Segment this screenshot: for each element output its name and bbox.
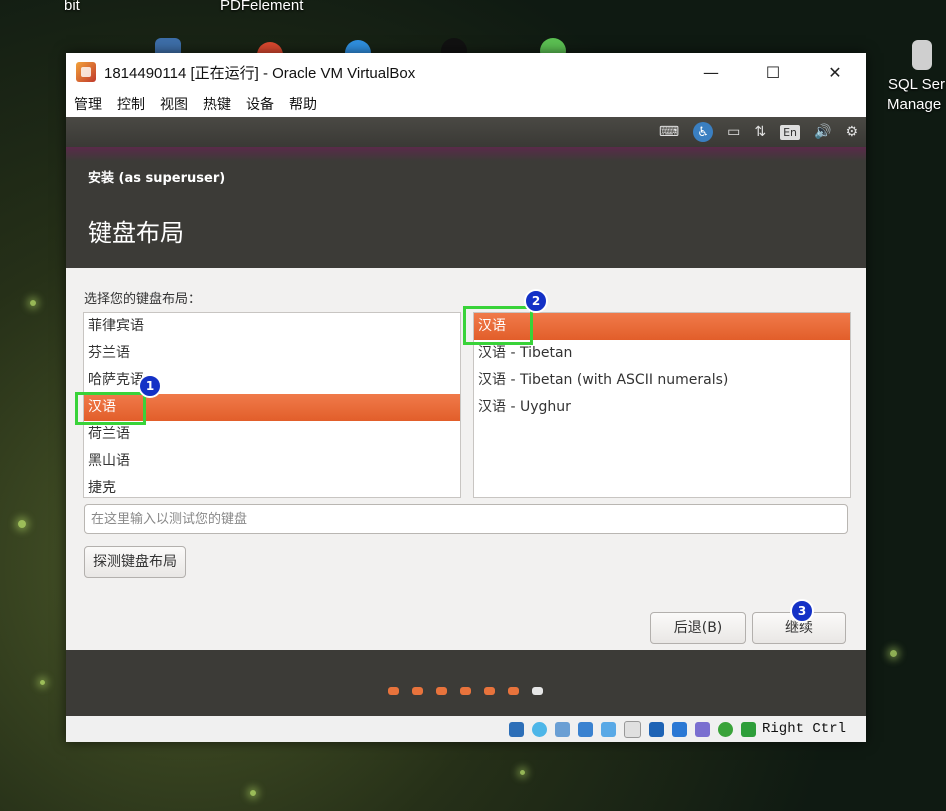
optical-drive-icon[interactable] <box>531 721 547 737</box>
display-icon[interactable] <box>648 721 664 737</box>
guest-top-panel: ⌨ ♿ ▭ ⇅ En 🔊 ⚙ <box>66 117 866 147</box>
menu-devices[interactable]: 设备 <box>246 94 274 114</box>
virtualbox-window: 1814490114 [正在运行] - Oracle VM VirtualBox… <box>66 53 866 742</box>
back-button[interactable]: 后退(B) <box>650 612 746 644</box>
menu-help[interactable]: 帮助 <box>289 94 317 114</box>
volume-icon[interactable]: 🔊 <box>814 124 831 140</box>
choose-layout-label: 选择您的键盘布局： <box>84 292 202 307</box>
list-item[interactable]: 芬兰语 <box>84 340 460 367</box>
menu-view[interactable]: 视图 <box>160 94 188 114</box>
settings-gear-icon[interactable]: ⚙ <box>845 124 858 140</box>
highlight-box <box>463 306 533 345</box>
progress-dot <box>436 687 447 695</box>
list-item[interactable]: 汉语 - Uyghur <box>474 394 850 421</box>
audio-icon[interactable] <box>554 721 570 737</box>
mouse-integration-icon[interactable] <box>717 721 733 737</box>
minimize-button[interactable]: — <box>680 53 742 91</box>
close-button[interactable]: ✕ <box>804 53 866 91</box>
decor-sparkle <box>250 790 256 796</box>
progress-dot <box>388 687 399 695</box>
menu-bar: 管理 控制 视图 热键 设备 帮助 <box>66 91 866 117</box>
host-key-label: Right Ctrl <box>761 721 846 737</box>
keyboard-icon[interactable]: ⌨ <box>659 124 679 140</box>
language-indicator[interactable]: En <box>780 124 800 140</box>
vbox-status-bar: Right Ctrl <box>66 716 866 742</box>
progress-dot <box>460 687 471 695</box>
shared-folders-icon[interactable] <box>623 720 641 738</box>
step-marker-2: 2 <box>524 289 548 313</box>
highlight-box <box>75 392 146 425</box>
network-icon[interactable]: ⇅ <box>754 124 766 140</box>
installer-content: 选择您的键盘布局： 菲律宾语 芬兰语 哈萨克语 汉语 荷兰语 黑山语 捷克 汉语… <box>66 268 866 650</box>
list-item[interactable]: 黑山语 <box>84 448 460 475</box>
title-bar[interactable]: 1814490114 [正在运行] - Oracle VM VirtualBox… <box>66 53 866 91</box>
page-title: 键盘布局 <box>88 219 184 247</box>
desktop-label-bit[interactable]: bit <box>64 0 80 14</box>
decor-sparkle <box>40 680 45 685</box>
step-marker-3: 3 <box>790 599 814 623</box>
window-title: 1814490114 [正在运行] - Oracle VM VirtualBox <box>104 64 416 82</box>
keyboard-test-input[interactable]: 在这里输入以测试您的键盘 <box>84 504 848 534</box>
decor-sparkle <box>520 770 525 775</box>
detect-layout-button[interactable]: 探测键盘布局 <box>84 546 186 578</box>
progress-dot <box>508 687 519 695</box>
accessibility-icon[interactable]: ♿ <box>693 122 714 142</box>
decor-sparkle <box>18 520 26 528</box>
desktop-label-manage[interactable]: Manage <box>887 96 941 113</box>
desktop-label-pdfelement[interactable]: PDFelement <box>220 0 303 14</box>
menu-manage[interactable]: 管理 <box>74 94 102 114</box>
host-key-arrow-icon[interactable] <box>740 721 756 737</box>
panel-divider <box>66 147 866 161</box>
battery-icon[interactable]: ▭ <box>727 124 740 140</box>
network-adapter-icon[interactable] <box>577 721 593 737</box>
list-item[interactable]: 荷兰语 <box>84 421 460 448</box>
sql-server-icon[interactable] <box>912 40 932 70</box>
installer-subtitle: 安装 (as superuser) <box>88 171 226 186</box>
guest-screen: ⌨ ♿ ▭ ⇅ En 🔊 ⚙ 安装 (as superuser) 键盘布局 选择… <box>66 117 866 716</box>
step-marker-1: 1 <box>138 374 162 398</box>
hard-disk-icon[interactable] <box>508 721 524 737</box>
decor-sparkle <box>890 650 897 657</box>
recording-icon[interactable] <box>671 721 687 737</box>
decor-sparkle <box>30 300 36 306</box>
menu-control[interactable]: 控制 <box>117 94 145 114</box>
installer-footer <box>66 650 866 716</box>
list-item[interactable]: 捷克 <box>84 475 460 497</box>
list-item[interactable]: 汉语 - Tibetan (with ASCII numerals) <box>474 367 850 394</box>
progress-dot <box>484 687 495 695</box>
progress-dot-current <box>532 687 543 695</box>
installer-header: 安装 (as superuser) 键盘布局 <box>66 161 866 269</box>
virtualization-icon[interactable] <box>694 721 710 737</box>
maximize-button[interactable]: ☐ <box>742 53 804 91</box>
progress-dots <box>388 687 556 695</box>
progress-dot <box>412 687 423 695</box>
menu-hotkeys[interactable]: 热键 <box>203 94 231 114</box>
desktop-label-sql[interactable]: SQL Ser <box>888 76 945 93</box>
usb-icon[interactable] <box>600 721 616 737</box>
list-item[interactable]: 菲律宾语 <box>84 313 460 340</box>
virtualbox-app-icon <box>76 62 96 82</box>
